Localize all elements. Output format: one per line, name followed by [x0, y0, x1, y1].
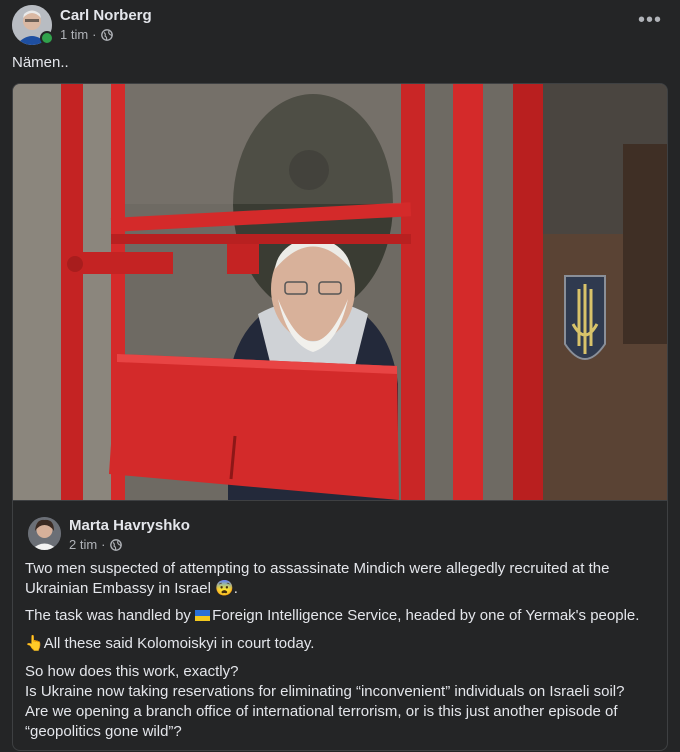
- paragraph-4-line-3: Are we opening a branch office of intern…: [25, 703, 618, 740]
- post-text: Nämen..: [12, 54, 69, 71]
- shared-post-meta: 2 tim ·: [69, 537, 122, 552]
- post-time[interactable]: 1 tim: [60, 27, 88, 42]
- shared-post-author-name[interactable]: Marta Havryshko: [69, 517, 190, 534]
- paragraph-4-line-2: Is Ukraine now taking reservations for e…: [25, 683, 625, 700]
- paragraph-3-text: All these said Kolomoiskyi in court toda…: [43, 635, 315, 652]
- shared-post-card[interactable]: Marta Havryshko 2 tim · Two men suspecte…: [12, 83, 668, 751]
- shared-post-paragraph-3: 👆All these said Kolomoiskyi in court tod…: [25, 634, 655, 654]
- shared-post-photo[interactable]: [13, 84, 667, 500]
- post-meta: 1 tim ·: [60, 27, 113, 42]
- pointing-up-icon: 👆: [25, 635, 44, 652]
- ukraine-flag-icon: [195, 610, 211, 621]
- shared-post-time[interactable]: 2 tim: [69, 537, 97, 552]
- globe-icon: [100, 28, 113, 41]
- more-options-icon: •••: [637, 9, 662, 31]
- shared-post-paragraph-4: So how does this work, exactly? Is Ukrai…: [25, 662, 655, 742]
- meta-separator: ·: [92, 27, 97, 42]
- shared-post-body: Marta Havryshko 2 tim · Two men suspecte…: [13, 500, 667, 750]
- post-author-name[interactable]: Carl Norberg: [60, 7, 152, 24]
- paragraph-2-prefix: The task was handled by: [25, 607, 196, 624]
- more-options-button[interactable]: •••: [638, 10, 662, 30]
- paragraph-2-text: Foreign Intelligence Service, headed by …: [212, 607, 640, 624]
- shared-post-paragraph-1: Two men suspected of attempting to assas…: [25, 560, 610, 597]
- shared-author-avatar[interactable]: [28, 517, 61, 550]
- globe-icon: [109, 538, 122, 551]
- paragraph-4-line-1: So how does this work, exactly?: [25, 663, 239, 680]
- shared-post-paragraph-2: The task was handled by Foreign Intellig…: [25, 606, 655, 626]
- online-status-indicator: [40, 31, 54, 45]
- meta-separator: ·: [101, 537, 106, 552]
